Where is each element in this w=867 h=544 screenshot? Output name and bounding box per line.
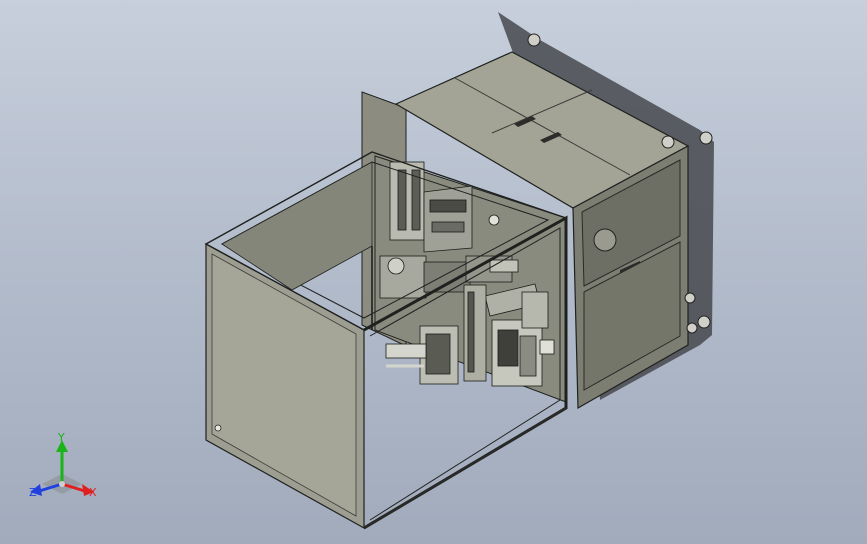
y-axis-label: Y <box>57 431 65 444</box>
frame-bottom-rail <box>363 407 567 529</box>
machine-model[interactable] <box>0 0 867 544</box>
cad-viewport[interactable]: Y X Z <box>0 0 867 544</box>
orientation-triad[interactable]: Y X Z <box>22 430 112 510</box>
x-axis-label: X <box>89 486 97 499</box>
side-round-port <box>593 228 617 252</box>
triad-origin <box>59 481 65 487</box>
panel-lock-icon <box>214 424 222 432</box>
z-axis-label: Z <box>29 486 37 499</box>
